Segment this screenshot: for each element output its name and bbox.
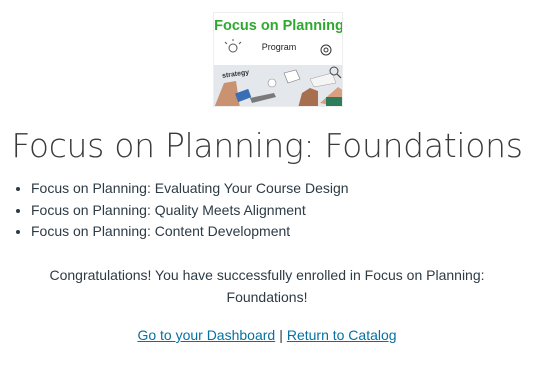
go-to-dashboard-link[interactable]: Go to your Dashboard <box>137 327 275 343</box>
target-icon <box>320 44 332 56</box>
enrollment-confirmation-page: Focus on Planning Program strategy Focus… <box>0 0 534 368</box>
program-banner-image: Focus on Planning Program strategy <box>213 12 343 107</box>
link-separator: | <box>279 327 283 343</box>
list-item: Focus on Planning: Quality Meets Alignme… <box>31 200 349 222</box>
navigation-links: Go to your Dashboard | Return to Catalog <box>0 327 534 343</box>
lightbulb-icon <box>224 39 242 53</box>
banner-illustration <box>214 39 342 106</box>
list-item: Focus on Planning: Evaluating Your Cours… <box>31 178 349 200</box>
list-item: Focus on Planning: Content Development <box>31 221 349 243</box>
course-list: Focus on Planning: Evaluating Your Cours… <box>18 178 349 243</box>
page-title: Focus on Planning: Foundations <box>11 126 523 165</box>
enrollment-success-message: Congratulations! You have successfully e… <box>49 267 485 305</box>
return-to-catalog-link[interactable]: Return to Catalog <box>287 327 397 343</box>
